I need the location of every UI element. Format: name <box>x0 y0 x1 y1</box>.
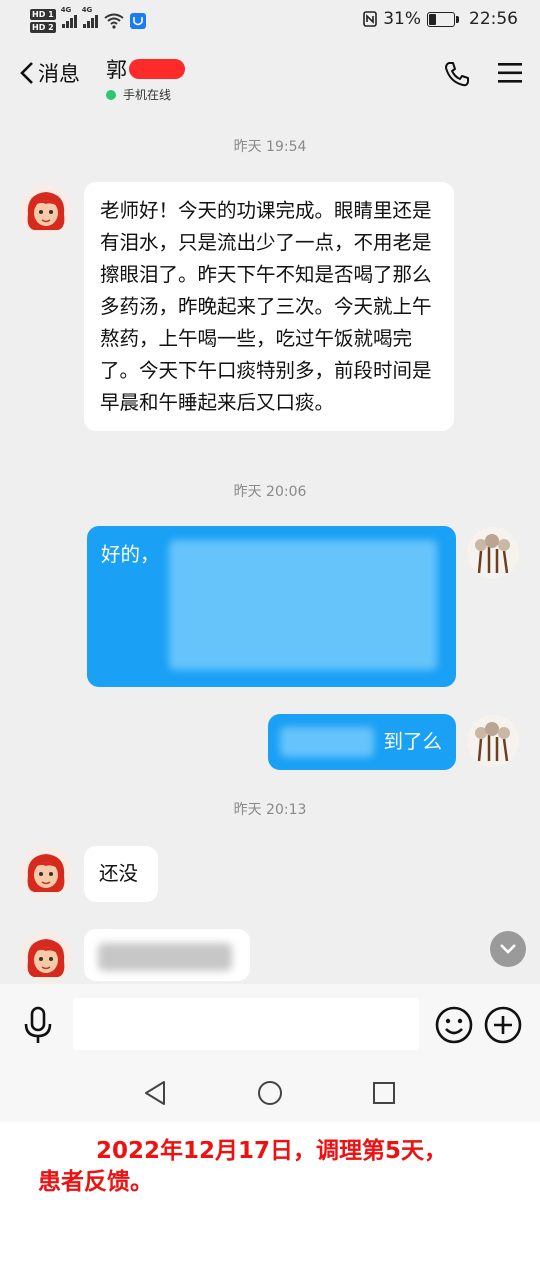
mic-icon[interactable] <box>22 1006 54 1044</box>
avatar[interactable] <box>20 931 72 983</box>
timestamp: 昨天 20:06 <box>233 484 307 500</box>
emoji-icon[interactable] <box>435 1006 473 1044</box>
chat-header: 消息 郭 手机在线 <box>0 42 540 106</box>
message-text: 到了么 <box>383 730 442 753</box>
chat-screen: HD 1 HD 2 4G 4G 31% 22:56 消息 郭 手机在线 昨天 1… <box>0 0 540 1122</box>
avatar[interactable] <box>20 846 72 898</box>
avatar[interactable] <box>20 184 72 236</box>
online-dot <box>106 89 116 100</box>
back-button[interactable]: 消息 <box>20 58 80 88</box>
back-label: 消息 <box>38 62 80 86</box>
contact-info[interactable]: 郭 手机在线 <box>106 54 185 103</box>
message-bubble-incoming[interactable]: 老师好！今天的功课完成。眼睛里还是有泪水，只是流出少了一点，不用老是擦眼泪了。昨… <box>84 182 454 431</box>
name-redaction <box>129 59 185 79</box>
message-bubble-outgoing[interactable]: 好的， <box>87 526 456 687</box>
system-nav-bar <box>0 1066 540 1122</box>
online-status: 手机在线 <box>106 86 185 103</box>
hd-badges: HD 1 HD 2 <box>30 9 56 33</box>
clock: 22:56 <box>469 9 518 29</box>
status-bar: HD 1 HD 2 4G 4G 31% 22:56 <box>0 0 540 42</box>
avatar-self[interactable] <box>467 527 519 579</box>
blurred-content <box>280 727 374 757</box>
nfc-icon <box>363 11 378 27</box>
scroll-down-button[interactable] <box>490 931 526 967</box>
timestamp: 昨天 19:54 <box>233 139 307 155</box>
signal-icon-2: 4G <box>82 6 98 28</box>
chevron-down-icon <box>500 944 516 954</box>
online-status-text: 手机在线 <box>123 88 172 102</box>
battery-percent: 31% <box>383 9 421 29</box>
input-bar <box>0 984 540 1066</box>
shield-app-icon <box>129 13 146 29</box>
wifi-icon <box>104 13 124 29</box>
blurred-content <box>98 943 232 971</box>
hd2-badge: HD 2 <box>30 22 56 33</box>
status-right: 31% 22:56 <box>363 9 518 29</box>
signal-icon: 4G <box>61 6 77 28</box>
caption-line-1: 2022年12月17日，调理第5天， <box>96 1138 448 1164</box>
timestamp: 昨天 20:13 <box>233 802 307 818</box>
nav-back-icon[interactable] <box>143 1080 167 1106</box>
nav-home-icon[interactable] <box>257 1080 283 1106</box>
phone-icon[interactable] <box>443 60 471 88</box>
message-bubble-outgoing[interactable]: 到了么 <box>268 714 456 770</box>
blurred-content <box>169 540 437 670</box>
chevron-left-icon <box>20 62 33 84</box>
message-text: 好的， <box>101 543 160 566</box>
message-input[interactable] <box>73 998 419 1050</box>
network-type-1: 4G <box>60 6 72 14</box>
plus-icon[interactable] <box>484 1006 522 1044</box>
avatar-self[interactable] <box>467 715 519 767</box>
contact-name: 郭 <box>106 58 127 82</box>
hd1-badge: HD 1 <box>30 9 56 20</box>
status-left: HD 1 HD 2 4G 4G <box>30 5 146 37</box>
message-bubble-incoming[interactable]: 还没 <box>84 846 158 902</box>
nav-recent-icon[interactable] <box>372 1081 396 1105</box>
caption: 2022年12月17日，调理第5天， 患者反馈。 <box>0 1136 540 1198</box>
battery-icon <box>427 11 459 27</box>
menu-icon[interactable] <box>498 62 522 84</box>
message-bubble-incoming[interactable] <box>84 929 250 981</box>
caption-line-2: 患者反馈。 <box>38 1169 153 1195</box>
network-type-2: 4G <box>81 6 93 14</box>
